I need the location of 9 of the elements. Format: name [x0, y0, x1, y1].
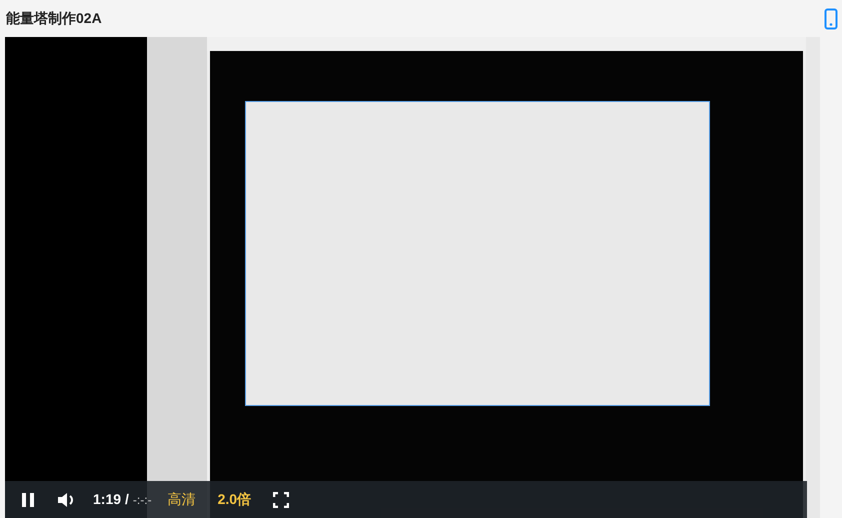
pause-icon[interactable]	[21, 492, 35, 508]
video-title: 能量塔制作02A	[6, 9, 102, 28]
phone-icon[interactable]	[824, 8, 838, 30]
quality-button[interactable]: 高清	[168, 489, 196, 510]
current-time: 1:19	[93, 490, 122, 509]
time-separator: /	[125, 490, 129, 509]
fullscreen-icon[interactable]	[273, 492, 290, 508]
speed-button[interactable]: 2.0倍	[218, 489, 252, 510]
duration: -:-:-	[132, 492, 152, 508]
